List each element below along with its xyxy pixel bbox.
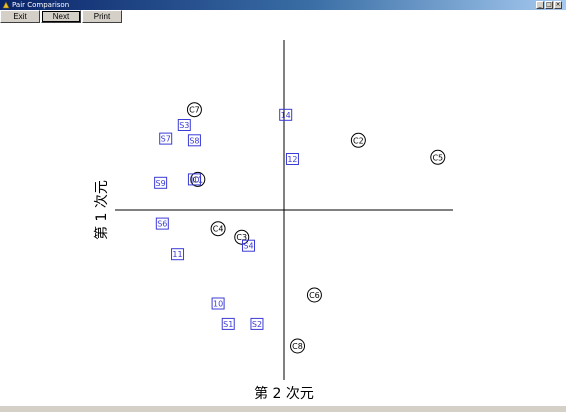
square-point-12: 12: [285, 153, 299, 165]
window-title: Pair Comparison: [12, 1, 70, 9]
next-button[interactable]: Next: [41, 10, 81, 23]
point-label: C5: [432, 153, 443, 162]
print-button[interactable]: Print: [82, 10, 122, 23]
point-label: S1: [223, 320, 233, 329]
point-label: 14: [281, 111, 291, 120]
square-point-10: 10: [211, 297, 225, 310]
circle-point-c8: C8: [290, 338, 306, 354]
close-button[interactable]: ×: [554, 1, 562, 9]
circle-point-c4: C4: [210, 221, 226, 237]
point-label: S7: [161, 135, 171, 144]
square-point-s6: S6: [155, 217, 169, 230]
square-point-s9: S9: [154, 176, 168, 189]
point-label: C6: [309, 291, 320, 300]
x-axis-label: 第 2 次元: [254, 385, 314, 402]
point-label: C7: [189, 106, 200, 115]
square-point-s4: S4: [242, 239, 256, 252]
point-label: S3: [179, 121, 189, 130]
point-label: C4: [213, 225, 224, 234]
circle-point-c7: C7: [186, 102, 202, 118]
exit-button[interactable]: Exit: [0, 10, 40, 23]
point-label: 12: [287, 155, 297, 164]
point-label: S2: [252, 320, 262, 329]
point-label: S6: [157, 220, 167, 229]
app-icon: [2, 1, 10, 9]
square-point-10: 10: [187, 173, 201, 186]
point-label: C8: [292, 342, 303, 351]
scatter-plot: C7C2C5C1C4C3C6C8S3S7 S8S9 10S6S41110S1 S214…: [93, 40, 453, 402]
circle-point-c2: C2: [350, 132, 366, 148]
point-label: C2: [353, 136, 364, 145]
square-point-14: 14: [279, 108, 293, 121]
title-bar: Pair Comparison _ □ ×: [0, 0, 566, 10]
point-label: S4: [243, 242, 253, 251]
minimize-button[interactable]: _: [536, 1, 544, 9]
square-point-s2: S2: [250, 317, 264, 330]
point-label: S9: [156, 179, 166, 188]
square-point-s1: S1: [221, 317, 235, 330]
square-point-s3: S3: [177, 119, 191, 131]
square-point-s8: S8: [187, 134, 201, 147]
y-axis-label: 第 1 次元: [93, 180, 110, 240]
toolbar: Exit Next Print: [0, 10, 566, 23]
point-label: S8: [189, 136, 199, 145]
square-point-11: 11: [171, 248, 185, 261]
maximize-button[interactable]: □: [545, 1, 553, 9]
point-label: 10: [189, 175, 199, 184]
point-label: 10: [213, 300, 223, 309]
point-label: 11: [172, 250, 182, 259]
status-strip: [0, 406, 566, 412]
circle-point-c6: C6: [306, 287, 322, 303]
square-point-s7: S7: [159, 132, 173, 145]
circle-point-c5: C5: [430, 149, 446, 165]
